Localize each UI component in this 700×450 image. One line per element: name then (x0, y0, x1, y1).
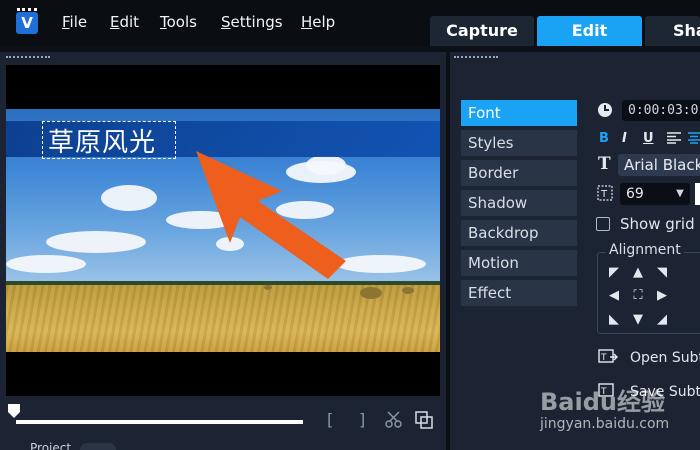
show-grid-label: Show grid l (620, 215, 700, 233)
menu-tools[interactable]: Tools (160, 13, 197, 31)
duration-timecode-field[interactable]: 0:00:03:0 (622, 100, 700, 121)
panel-grip[interactable] (6, 56, 50, 60)
hay-bale (402, 287, 414, 294)
svg-text:T: T (600, 353, 607, 363)
menu-settings[interactable]: Settings (221, 13, 283, 31)
mark-in-button[interactable]: [ (327, 410, 333, 429)
align-bottom-left-icon[interactable]: ◣ (607, 312, 621, 327)
font-color-swatch[interactable] (695, 183, 700, 205)
app-logo-icon: V (16, 12, 38, 34)
tab-edit[interactable]: Edit (537, 16, 642, 46)
align-left-icon[interactable] (667, 132, 681, 144)
font-family-select[interactable]: Arial Black (618, 154, 700, 176)
title-overlay-text[interactable]: 草原风光 (48, 122, 156, 159)
tab-capture[interactable]: Capture (430, 16, 534, 46)
align-bottom-center-icon[interactable]: ▼ (631, 312, 645, 327)
baidu-watermark: Baidu经验 (540, 388, 665, 416)
menu-bar: V File Edit Tools Settings Help Capture … (0, 0, 700, 46)
menu-file[interactable]: File (62, 13, 87, 31)
category-effect[interactable]: Effect (461, 280, 577, 306)
alignment-label: Alignment (606, 242, 684, 258)
category-styles[interactable]: Styles (461, 130, 577, 156)
category-border[interactable]: Border (461, 160, 577, 186)
enlarge-preview-icon[interactable] (415, 411, 433, 429)
svg-text:T: T (600, 189, 608, 200)
align-center-icon[interactable] (688, 132, 700, 144)
tab-share[interactable]: Sha (645, 16, 700, 46)
underline-button[interactable]: U (643, 131, 654, 146)
category-motion[interactable]: Motion (461, 250, 577, 276)
menu-edit[interactable]: Edit (110, 13, 139, 31)
cloud (101, 185, 157, 211)
annotation-arrow-icon (196, 151, 346, 279)
mark-out-button[interactable]: ] (359, 410, 365, 429)
project-label: Project (30, 441, 72, 450)
scissors-icon[interactable] (384, 411, 404, 429)
show-grid-checkbox[interactable] (596, 217, 610, 231)
panel-grip[interactable] (454, 56, 498, 60)
font-size-dropdown-icon[interactable]: ▼ (670, 183, 690, 205)
hay-bale (264, 285, 272, 290)
font-size-icon: T (597, 185, 613, 201)
scrubber-thumb-icon[interactable] (8, 404, 20, 418)
category-font[interactable]: Font (461, 100, 577, 126)
menu-help[interactable]: Help (301, 13, 335, 31)
scrubber-track[interactable] (16, 420, 303, 424)
open-subtitle-icon[interactable]: T (598, 348, 618, 366)
preview-window[interactable]: 草原风光 (6, 65, 440, 396)
align-middle-right-icon[interactable]: ▶ (655, 288, 669, 303)
cloud (46, 231, 146, 253)
align-middle-left-icon[interactable]: ◀ (607, 288, 621, 303)
font-type-icon: T (598, 154, 611, 174)
align-top-center-icon[interactable]: ▲ (631, 265, 645, 280)
align-bottom-right-icon[interactable]: ◢ (655, 312, 669, 327)
category-backdrop[interactable]: Backdrop (461, 220, 577, 246)
category-shadow[interactable]: Shadow (461, 190, 577, 216)
open-subtitle-button[interactable]: Open Subt (630, 350, 700, 366)
project-toggle[interactable] (80, 443, 116, 450)
align-top-left-icon[interactable]: ◤ (607, 265, 621, 280)
align-center-icon[interactable]: ⛶ (631, 288, 645, 303)
baidu-watermark-url: jingyan.baidu.com (540, 416, 670, 432)
italic-button[interactable]: I (622, 131, 627, 146)
hay-bale (360, 287, 382, 299)
bold-button[interactable]: B (599, 131, 609, 146)
cloud (6, 255, 86, 273)
clock-icon (598, 103, 612, 117)
align-top-right-icon[interactable]: ◥ (655, 265, 669, 280)
